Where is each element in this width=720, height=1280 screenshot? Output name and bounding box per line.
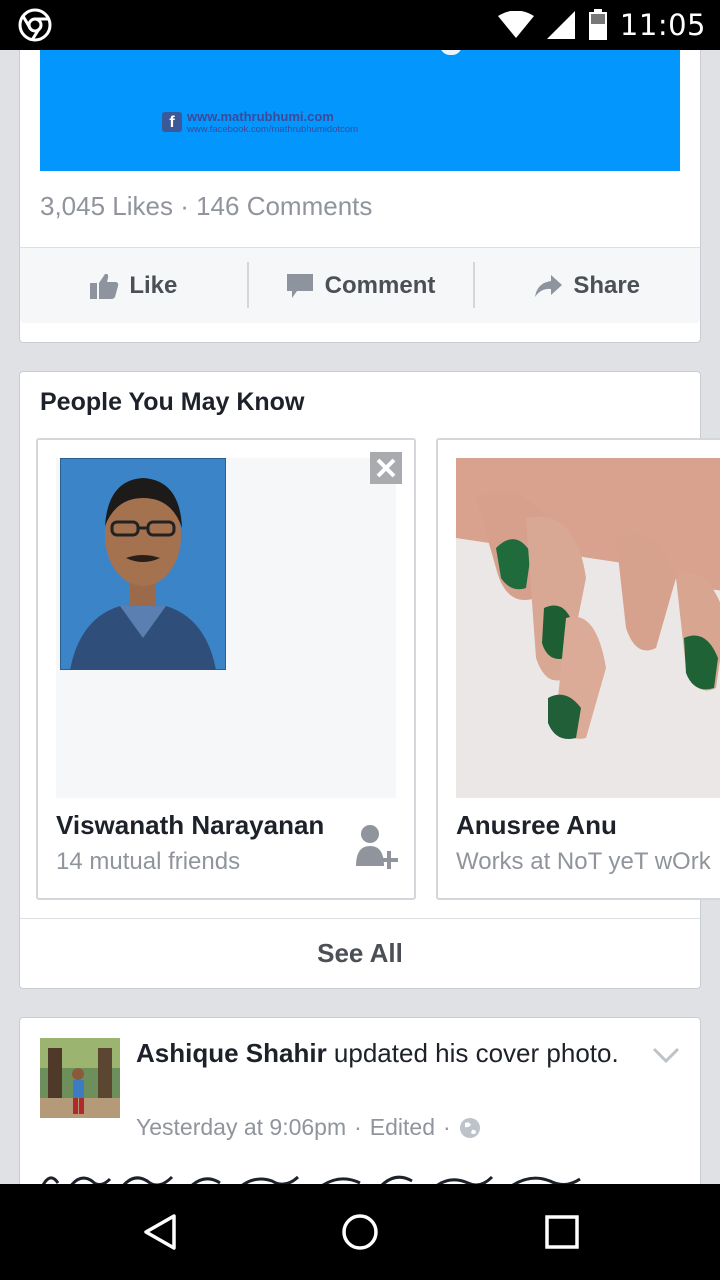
thumbs-up-icon bbox=[90, 273, 119, 299]
post-meta: Yesterday at 9:06pm · Edited · bbox=[136, 1114, 481, 1141]
wifi-icon bbox=[497, 11, 534, 38]
meta-separator: · bbox=[354, 1114, 362, 1140]
share-arrow-icon bbox=[535, 274, 563, 297]
post-card: f www.mathrubhumi.com www.facebook.com/m… bbox=[19, 50, 701, 343]
add-friend-icon[interactable] bbox=[352, 822, 400, 874]
nails-photo bbox=[456, 458, 720, 798]
banner-website: www.mathrubhumi.com bbox=[187, 109, 334, 124]
person-card[interactable]: Viswanath Narayanan 14 mutual friends bbox=[36, 438, 416, 900]
banner-graphic bbox=[440, 50, 462, 55]
share-label: Share bbox=[573, 271, 641, 299]
profile-photo[interactable] bbox=[456, 458, 720, 798]
signal-icon bbox=[546, 11, 575, 39]
profile-photo[interactable] bbox=[56, 458, 396, 798]
post-card: Ashique Shahir updated his cover photo. … bbox=[19, 1017, 701, 1184]
people-you-may-know-card: People You May Know Viswanath Narayanan … bbox=[19, 371, 720, 989]
story-action: updated his cover photo. bbox=[326, 1038, 619, 1068]
post-timestamp[interactable]: Yesterday at 9:06pm bbox=[136, 1114, 346, 1141]
post-text-clipped bbox=[40, 1168, 680, 1184]
clipped-text-graphic bbox=[41, 1175, 581, 1184]
back-icon[interactable] bbox=[140, 1212, 180, 1252]
post-story: Ashique Shahir updated his cover photo. bbox=[136, 1036, 636, 1070]
comment-label: Comment bbox=[324, 271, 436, 299]
author-name[interactable]: Ashique Shahir bbox=[136, 1038, 327, 1068]
comment-icon bbox=[286, 273, 313, 298]
person-workplace: Works at NoT yeT wOrk bbox=[456, 848, 711, 875]
navigation-bar bbox=[0, 1184, 720, 1280]
section-title: People You May Know bbox=[40, 388, 305, 416]
meta-separator: · bbox=[443, 1114, 451, 1140]
person-name[interactable]: Anusree Anu bbox=[456, 810, 617, 841]
post-action-bar: Like Comment Share bbox=[20, 247, 700, 323]
globe-icon bbox=[459, 1117, 480, 1138]
clock: 11:05 bbox=[619, 8, 706, 42]
chevron-down-icon[interactable] bbox=[652, 1046, 680, 1064]
news-feed[interactable]: f www.mathrubhumi.com www.facebook.com/m… bbox=[0, 50, 720, 1184]
avatar-image bbox=[40, 1038, 120, 1118]
person-portrait bbox=[60, 458, 226, 670]
dismiss-button[interactable] bbox=[370, 452, 402, 484]
share-button[interactable]: Share bbox=[473, 248, 700, 323]
home-icon[interactable] bbox=[340, 1212, 380, 1252]
battery-icon bbox=[588, 9, 607, 40]
like-label: Like bbox=[129, 271, 178, 299]
edited-label[interactable]: Edited bbox=[370, 1114, 435, 1141]
avatar[interactable] bbox=[40, 1038, 120, 1118]
person-card[interactable]: Anusree Anu Works at NoT yeT wOrk bbox=[436, 438, 720, 900]
recents-icon[interactable] bbox=[542, 1212, 582, 1252]
see-all-button[interactable]: See All bbox=[20, 918, 700, 988]
status-bar: 11:05 bbox=[0, 0, 720, 50]
banner-facebook-url: www.facebook.com/mathrubhumidotcom bbox=[187, 124, 359, 135]
mutual-friends: 14 mutual friends bbox=[56, 848, 241, 875]
facebook-logo-icon: f bbox=[162, 112, 182, 132]
like-comment-counts[interactable]: 3,045 Likes · 146 Comments bbox=[40, 191, 372, 222]
person-name[interactable]: Viswanath Narayanan bbox=[56, 810, 324, 841]
chrome-icon bbox=[18, 8, 52, 42]
like-button[interactable]: Like bbox=[20, 248, 247, 323]
comment-button[interactable]: Comment bbox=[246, 248, 474, 323]
close-icon bbox=[376, 458, 396, 478]
post-image[interactable]: f www.mathrubhumi.com www.facebook.com/m… bbox=[40, 50, 680, 171]
